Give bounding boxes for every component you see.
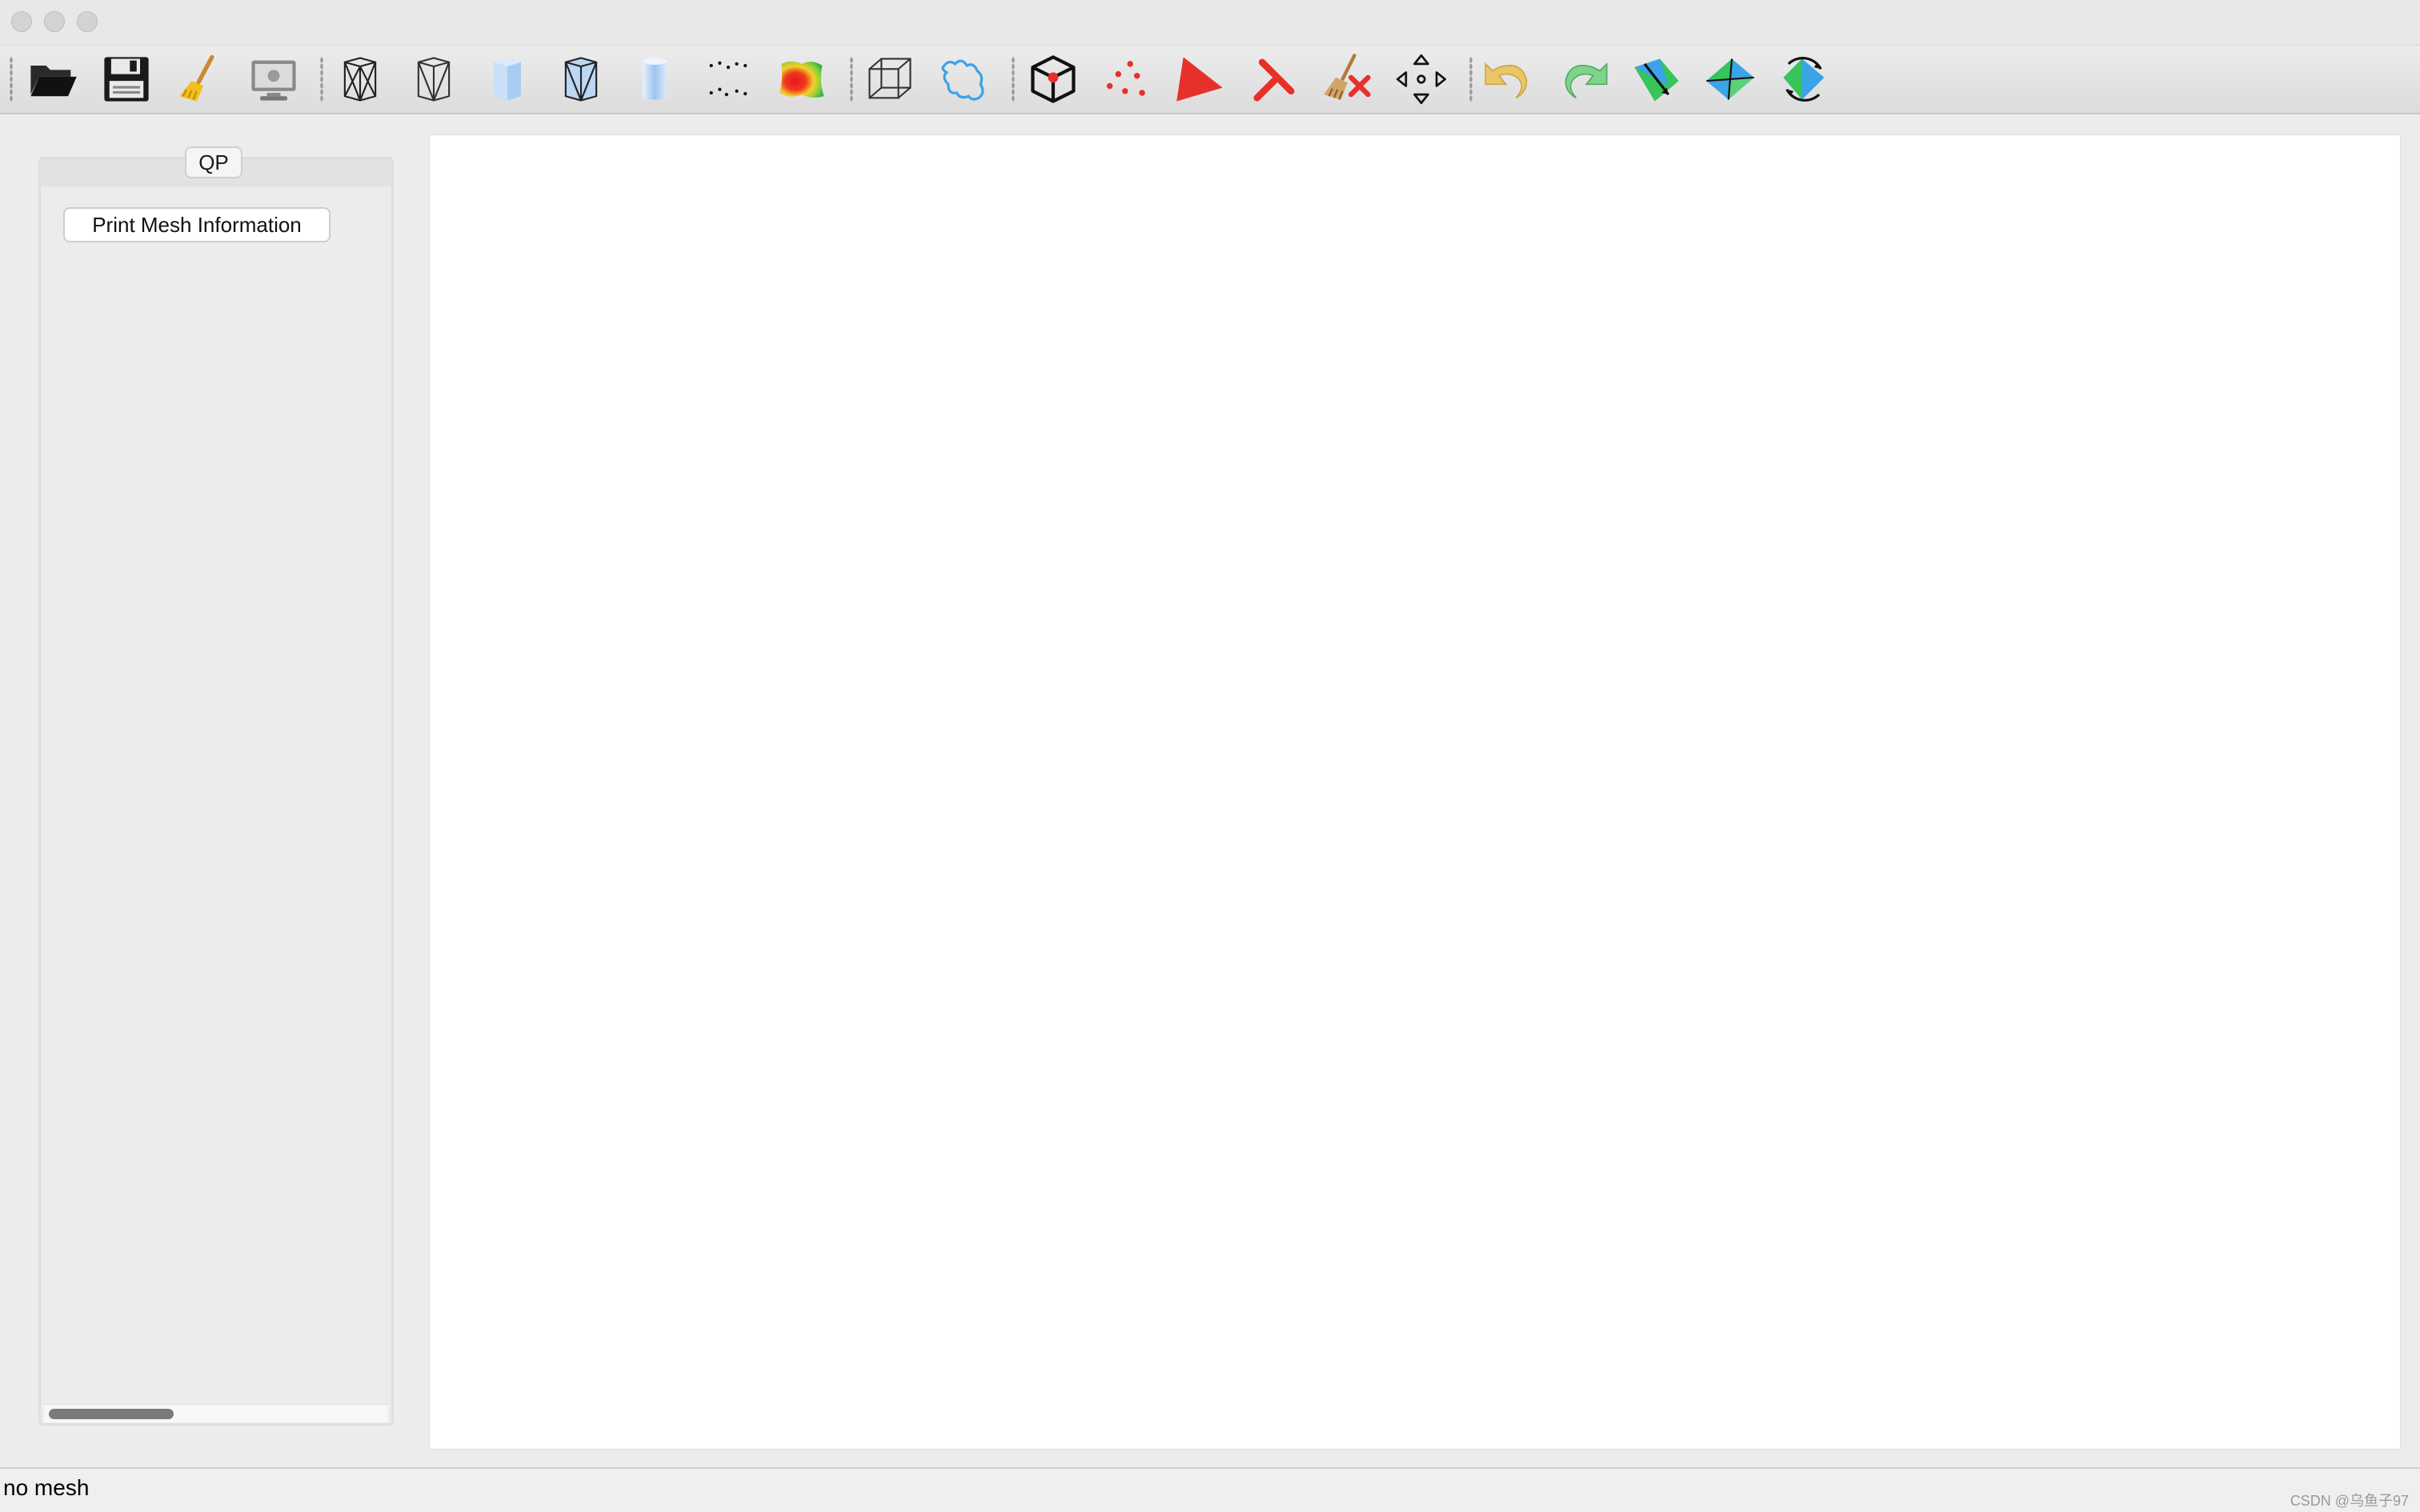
folder-open-icon: [30, 66, 77, 97]
status-bar: no mesh CSDN @乌鱼子97: [0, 1467, 2420, 1512]
zoom-window-button[interactable]: [77, 11, 98, 32]
color-map-icon: [779, 61, 824, 98]
edge-split-button[interactable]: [1626, 52, 1687, 106]
dock-tab-qp[interactable]: QP: [185, 146, 242, 178]
save-file-button[interactable]: [96, 52, 157, 106]
move-arrows-icon: [1396, 54, 1447, 105]
bounding-box-button[interactable]: [859, 52, 920, 106]
hidden-lines-button[interactable]: [403, 52, 464, 106]
hidden-lines-icon: [417, 57, 451, 102]
flat-shading-button[interactable]: [477, 52, 538, 106]
monitor-screenshot-icon: [251, 60, 296, 101]
edge-flip-icon: [1783, 57, 1825, 102]
close-window-button[interactable]: [11, 11, 32, 32]
clear-selection-icon: [1324, 54, 1371, 100]
smooth-shading-button[interactable]: [624, 52, 685, 106]
scrollbar-thumb[interactable]: [49, 1409, 174, 1419]
wireframe-button[interactable]: [330, 52, 391, 106]
main-toolbar: [0, 46, 2420, 114]
qp-dock-panel: QP Print Mesh Information: [38, 146, 394, 1426]
select-points-icon: [1107, 61, 1145, 96]
select-vertex-button[interactable]: [1023, 52, 1084, 106]
status-text: no mesh: [3, 1475, 90, 1500]
open-file-button[interactable]: [22, 52, 83, 106]
print-mesh-information-button[interactable]: Print Mesh Information: [63, 207, 331, 242]
floppy-disk-icon: [104, 57, 149, 102]
edge-collapse-icon: [1706, 58, 1754, 100]
move-button[interactable]: [1391, 52, 1452, 106]
select-points-button[interactable]: [1096, 52, 1157, 106]
toolbar-separator: [1469, 57, 1472, 102]
point-cloud-button[interactable]: [698, 52, 759, 106]
boundary-curve-icon: [941, 59, 984, 101]
toolbar-handle[interactable]: [10, 57, 13, 102]
toolbar-separator: [1012, 57, 1015, 102]
boundary-curve-button[interactable]: [933, 52, 994, 106]
edge-split-icon: [1634, 58, 1679, 102]
undo-button[interactable]: [1479, 52, 1540, 106]
select-vertex-icon: [1031, 55, 1076, 103]
mesh-viewport[interactable]: [429, 134, 2401, 1450]
undo-icon: [1484, 62, 1528, 99]
select-edge-icon: [1253, 58, 1295, 102]
watermark: CSDN @乌鱼子97: [2290, 1493, 2409, 1509]
title-bar: [0, 0, 2420, 46]
flat-shading-icon: [494, 58, 521, 101]
dock-horizontal-scrollbar[interactable]: [44, 1404, 388, 1422]
edge-collapse-button[interactable]: [1700, 52, 1761, 106]
clear-selection-button[interactable]: [1317, 52, 1378, 106]
flat-lines-icon: [564, 57, 598, 102]
select-face-button[interactable]: [1170, 52, 1231, 106]
smooth-shading-icon: [643, 58, 667, 100]
redo-button[interactable]: [1553, 52, 1613, 106]
broom-icon: [179, 54, 214, 102]
flat-lines-button[interactable]: [551, 52, 611, 106]
redo-icon: [1565, 62, 1608, 99]
minimize-window-button[interactable]: [44, 11, 65, 32]
snapshot-button[interactable]: [243, 52, 304, 106]
point-cloud-icon: [709, 61, 747, 97]
toolbar-separator: [850, 57, 853, 102]
edge-flip-button[interactable]: [1773, 52, 1834, 106]
toolbar-separator: [320, 57, 323, 102]
wireframe-icon: [343, 57, 377, 102]
color-map-button[interactable]: [771, 52, 832, 106]
bounding-box-icon: [868, 58, 912, 99]
select-face-icon: [1176, 57, 1223, 102]
clear-mesh-button[interactable]: [170, 52, 230, 106]
select-edge-button[interactable]: [1244, 52, 1304, 106]
